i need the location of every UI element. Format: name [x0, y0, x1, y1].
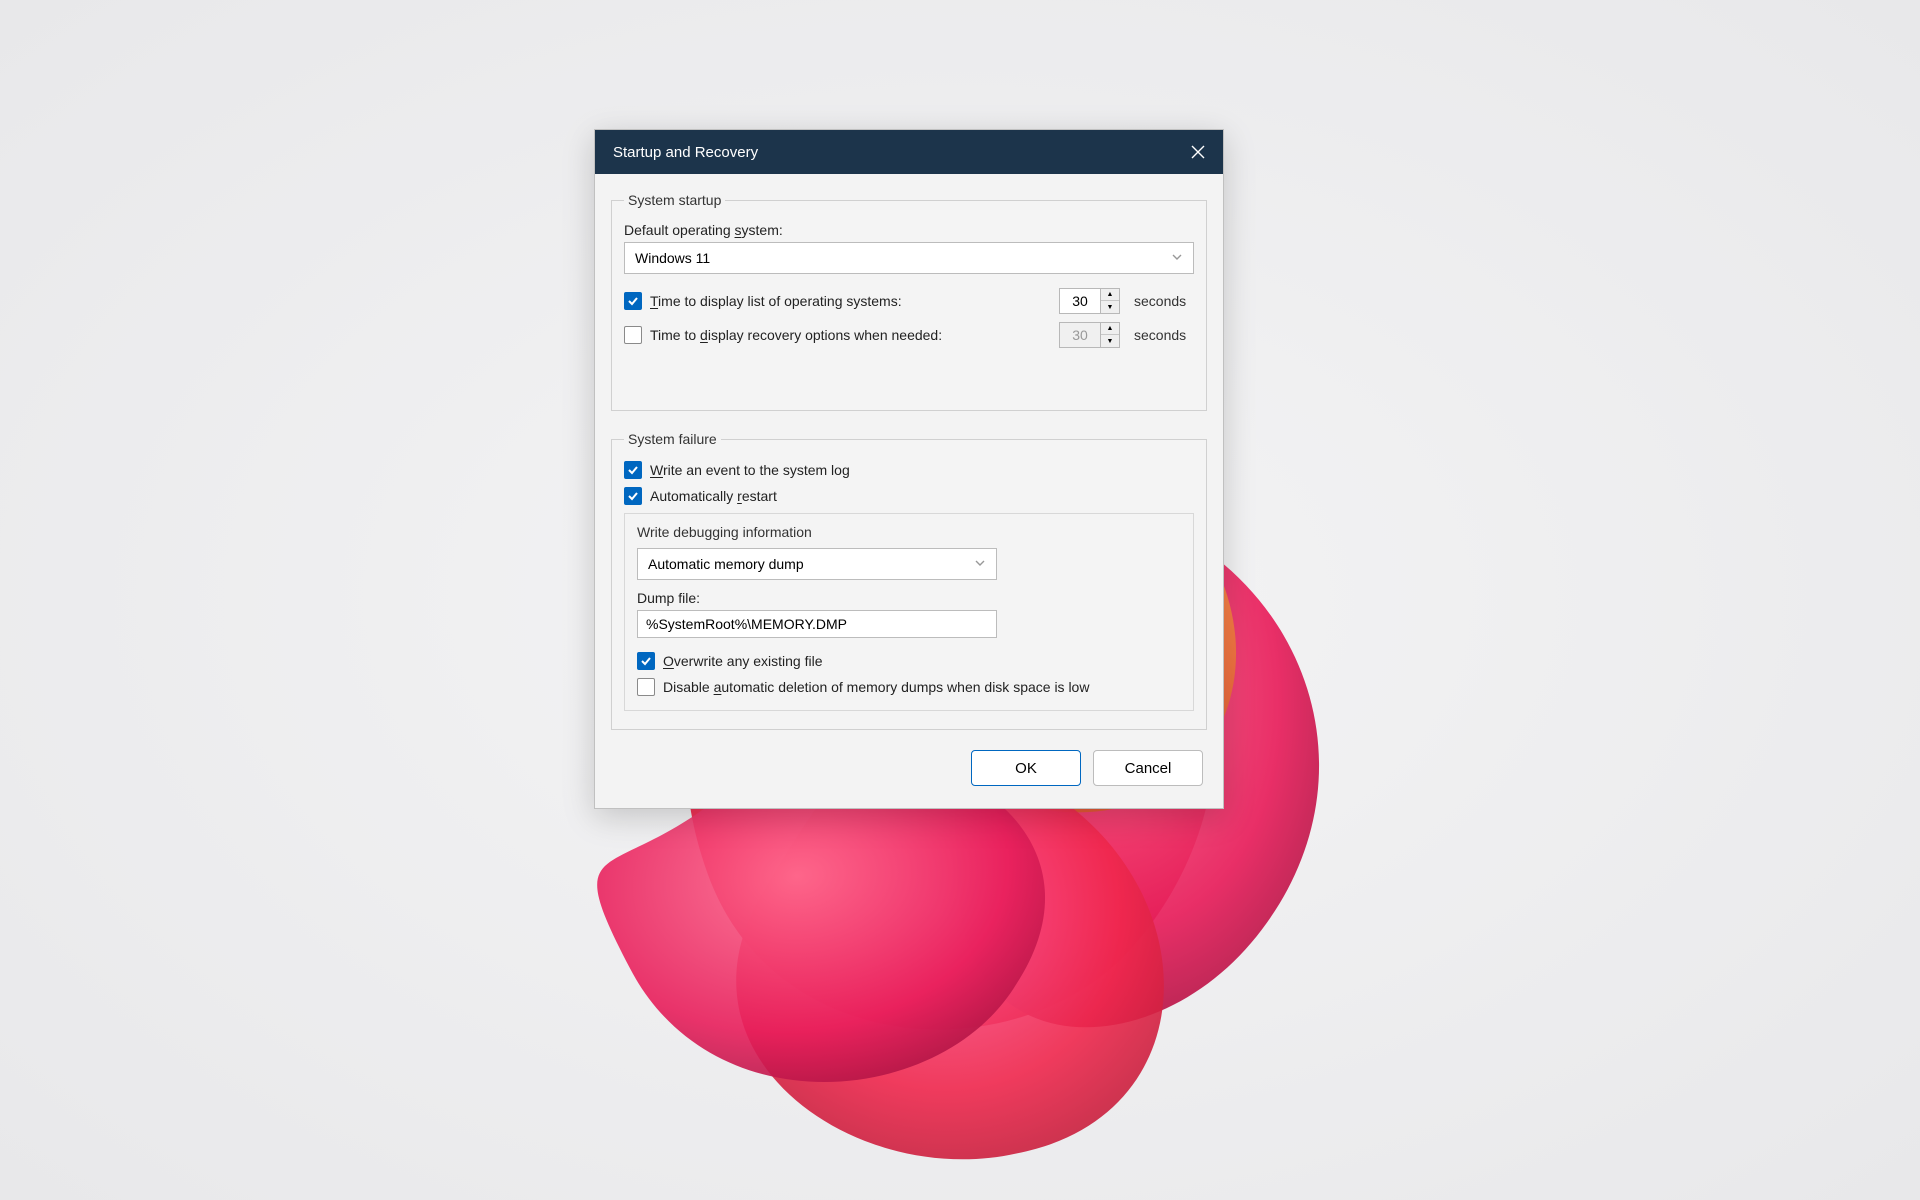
system-failure-group: System failure Write an event to the sys… [611, 431, 1207, 730]
chevron-down-icon [974, 556, 986, 572]
dump-file-input[interactable] [637, 610, 997, 638]
chevron-down-icon [1171, 250, 1183, 266]
spinner-down-icon[interactable]: ▼ [1101, 335, 1119, 347]
disable-auto-delete-checkbox[interactable] [637, 678, 655, 696]
default-os-combo[interactable]: Windows 11 [624, 242, 1194, 274]
system-startup-legend: System startup [624, 192, 725, 208]
write-debugging-title: Write debugging information [637, 524, 1181, 540]
time-display-list-checkbox[interactable] [624, 292, 642, 310]
time-display-recovery-label: Time to display recovery options when ne… [650, 327, 1051, 343]
time-display-recovery-checkbox[interactable] [624, 326, 642, 344]
disable-auto-delete-label: Disable automatic deletion of memory dum… [663, 679, 1181, 695]
spinner-up-icon[interactable]: ▲ [1101, 323, 1119, 335]
time-display-recovery-spinner[interactable]: ▲ ▼ [1059, 322, 1120, 348]
seconds-unit: seconds [1134, 327, 1194, 343]
auto-restart-checkbox[interactable] [624, 487, 642, 505]
time-display-recovery-value[interactable] [1059, 322, 1101, 348]
system-startup-group: System startup Default operating system:… [611, 192, 1207, 411]
system-failure-legend: System failure [624, 431, 721, 447]
dump-type-combo[interactable]: Automatic memory dump [637, 548, 997, 580]
cancel-button[interactable]: Cancel [1093, 750, 1203, 786]
write-event-label: Write an event to the system log [650, 462, 850, 478]
write-debugging-group: Write debugging information Automatic me… [624, 513, 1194, 711]
seconds-unit: seconds [1134, 293, 1194, 309]
startup-recovery-dialog: Startup and Recovery System startup Defa… [594, 129, 1224, 809]
default-os-value: Windows 11 [635, 250, 710, 266]
dump-type-value: Automatic memory dump [648, 556, 804, 572]
overwrite-label: Overwrite any existing file [663, 653, 823, 669]
time-display-list-value[interactable] [1059, 288, 1101, 314]
overwrite-checkbox[interactable] [637, 652, 655, 670]
ok-button[interactable]: OK [971, 750, 1081, 786]
close-icon [1191, 145, 1205, 159]
dump-file-label: Dump file: [637, 590, 1181, 606]
close-button[interactable] [1173, 130, 1223, 174]
time-display-list-label: Time to display list of operating system… [650, 293, 1051, 309]
spinner-up-icon[interactable]: ▲ [1101, 289, 1119, 301]
spinner-down-icon[interactable]: ▼ [1101, 301, 1119, 313]
default-os-label: Default operating system: [624, 222, 783, 238]
time-display-list-spinner[interactable]: ▲ ▼ [1059, 288, 1120, 314]
dialog-title: Startup and Recovery [613, 144, 758, 161]
titlebar: Startup and Recovery [595, 130, 1223, 174]
write-event-checkbox[interactable] [624, 461, 642, 479]
auto-restart-label: Automatically restart [650, 488, 777, 504]
